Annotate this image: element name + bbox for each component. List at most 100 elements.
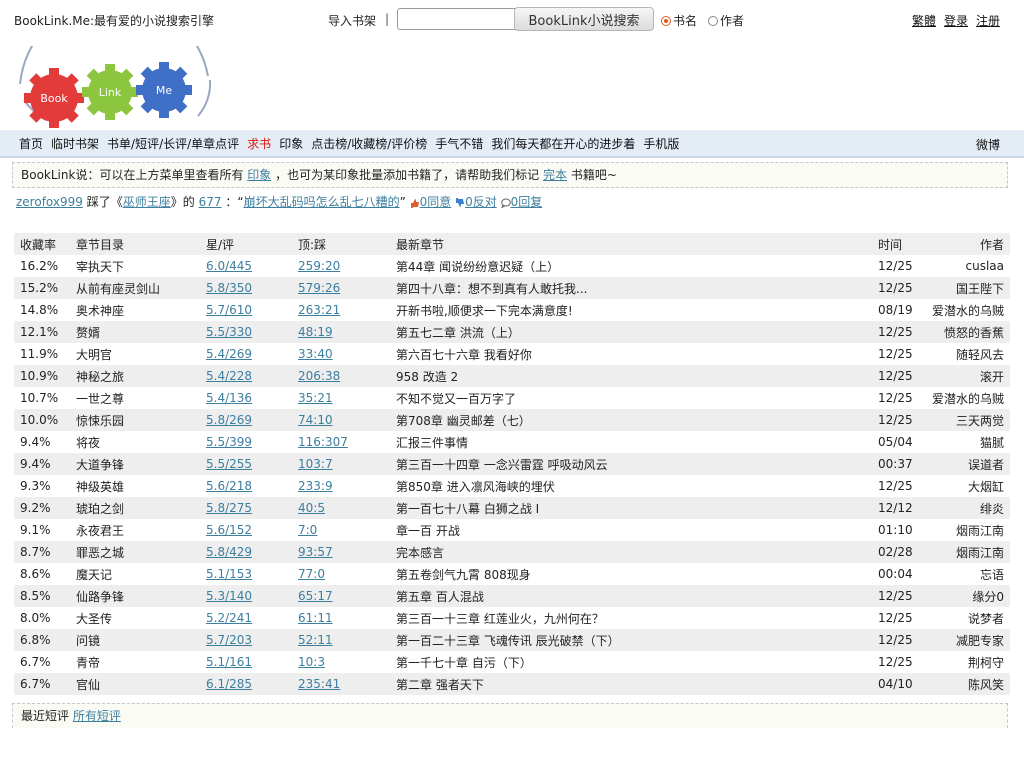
cell-author[interactable]: 猫腻 xyxy=(980,436,1004,450)
cell-up-down[interactable]: 259:20 xyxy=(298,259,340,273)
cell-up-down[interactable]: 263:21 xyxy=(298,303,340,317)
activity-number-link[interactable]: 677 xyxy=(199,195,222,209)
cell-star-review[interactable]: 5.1/153 xyxy=(206,567,252,581)
cell-book-title[interactable]: 从前有座灵剑山 xyxy=(76,282,160,296)
nav-item[interactable]: 点击榜/收藏榜/评价榜 xyxy=(311,135,427,152)
cell-up-down[interactable]: 103:7 xyxy=(298,457,333,471)
cell-up-down[interactable]: 7:0 xyxy=(298,523,317,537)
cell-book-title[interactable]: 将夜 xyxy=(76,436,100,450)
nav-item[interactable]: 临时书架 xyxy=(51,135,99,152)
cell-author[interactable]: 国王陛下 xyxy=(956,282,1004,296)
cell-author[interactable]: 荆柯守 xyxy=(968,656,1004,670)
cell-book-title[interactable]: 大道争锋 xyxy=(76,458,124,472)
cell-star-review[interactable]: 6.0/445 xyxy=(206,259,252,273)
cell-book-title[interactable]: 大圣传 xyxy=(76,612,112,626)
radio-author[interactable]: 作者 xyxy=(708,12,744,29)
cell-star-review[interactable]: 5.7/203 xyxy=(206,633,252,647)
cell-star-review[interactable]: 5.6/218 xyxy=(206,479,252,493)
cell-latest-chapter[interactable]: 第一千七十章 自污（下） xyxy=(396,656,532,670)
thumbs-up-icon[interactable] xyxy=(410,198,420,208)
cell-up-down[interactable]: 10:3 xyxy=(298,655,325,669)
search-input[interactable] xyxy=(397,8,519,30)
cell-latest-chapter[interactable]: 第三百一十三章 红莲业火，九州何在？ xyxy=(396,612,604,626)
cell-star-review[interactable]: 5.8/350 xyxy=(206,281,252,295)
nav-item[interactable]: 首页 xyxy=(19,135,43,152)
cell-author[interactable]: 爱潜水的乌贼 xyxy=(932,392,1004,406)
cell-latest-chapter[interactable]: 汇报三件事情 xyxy=(396,436,468,450)
cell-author[interactable]: 减肥专家 xyxy=(956,634,1004,648)
oppose-link[interactable]: 0反对 xyxy=(465,195,497,209)
cell-star-review[interactable]: 5.8/275 xyxy=(206,501,252,515)
cell-star-review[interactable]: 5.5/399 xyxy=(206,435,252,449)
search-button[interactable]: BookLink小说搜索 xyxy=(514,7,654,31)
cell-latest-chapter[interactable]: 第六百七十六章 我看好你 xyxy=(396,348,532,362)
cell-latest-chapter[interactable]: 第三百一十四章 一念兴雷霆 呼吸动风云 xyxy=(396,458,608,472)
cell-up-down[interactable]: 233:9 xyxy=(298,479,333,493)
cell-up-down[interactable]: 235:41 xyxy=(298,677,340,691)
cell-book-title[interactable]: 琥珀之剑 xyxy=(76,502,124,516)
cell-latest-chapter[interactable]: 第五章 百人混战 xyxy=(396,590,484,604)
cell-book-title[interactable]: 一世之尊 xyxy=(76,392,124,406)
notice-impression-link[interactable]: 印象 xyxy=(247,168,271,182)
cell-latest-chapter[interactable]: 完本感言 xyxy=(396,546,444,560)
cell-star-review[interactable]: 5.7/610 xyxy=(206,303,252,317)
agree-link[interactable]: 0同意 xyxy=(420,195,452,209)
nav-item[interactable]: 印象 xyxy=(279,135,303,152)
cell-author[interactable]: 愤怒的香蕉 xyxy=(944,326,1004,340)
nav-item[interactable]: 我们每天都在开心的进步着 xyxy=(491,135,635,152)
traditional-chinese-link[interactable]: 繁體 xyxy=(912,12,936,29)
cell-author[interactable]: 滚开 xyxy=(980,370,1004,384)
cell-star-review[interactable]: 5.5/255 xyxy=(206,457,252,471)
cell-star-review[interactable]: 5.8/269 xyxy=(206,413,252,427)
cell-book-title[interactable]: 罪恶之城 xyxy=(76,546,124,560)
nav-item[interactable]: 求书 xyxy=(247,135,271,152)
weibo-link[interactable]: 微博 xyxy=(976,136,1000,153)
cell-author[interactable]: 缘分0 xyxy=(972,590,1004,604)
cell-latest-chapter[interactable]: 开新书啦,顺便求一下完本满意度! xyxy=(396,304,573,318)
cell-up-down[interactable]: 77:0 xyxy=(298,567,325,581)
cell-book-title[interactable]: 魔天记 xyxy=(76,568,112,582)
cell-book-title[interactable]: 赘婿 xyxy=(76,326,100,340)
nav-item[interactable]: 手气不错 xyxy=(435,135,483,152)
cell-book-title[interactable]: 青帝 xyxy=(76,656,100,670)
radio-book-name[interactable]: 书名 xyxy=(661,12,697,29)
cell-book-title[interactable]: 官仙 xyxy=(76,678,100,692)
cell-up-down[interactable]: 61:11 xyxy=(298,611,333,625)
register-link[interactable]: 注册 xyxy=(976,12,1000,29)
cell-latest-chapter[interactable]: 第二章 强者天下 xyxy=(396,678,484,692)
cell-author[interactable]: 误道者 xyxy=(968,458,1004,472)
cell-up-down[interactable]: 35:21 xyxy=(298,391,333,405)
cell-star-review[interactable]: 5.3/140 xyxy=(206,589,252,603)
cell-latest-chapter[interactable]: 第一百二十三章 飞魂传讯 辰光破禁（下） xyxy=(396,634,620,648)
cell-book-title[interactable]: 惊悚乐园 xyxy=(76,414,124,428)
cell-book-title[interactable]: 宰执天下 xyxy=(76,260,124,274)
cell-author[interactable]: 三天两觉 xyxy=(956,414,1004,428)
cell-up-down[interactable]: 116:307 xyxy=(298,435,348,449)
cell-book-title[interactable]: 仙路争锋 xyxy=(76,590,124,604)
cell-up-down[interactable]: 33:40 xyxy=(298,347,333,361)
cell-star-review[interactable]: 5.5/330 xyxy=(206,325,252,339)
cell-book-title[interactable]: 永夜君王 xyxy=(76,524,124,538)
cell-up-down[interactable]: 48:19 xyxy=(298,325,333,339)
activity-user-link[interactable]: zerofox999 xyxy=(16,195,83,209)
cell-star-review[interactable]: 6.1/285 xyxy=(206,677,252,691)
reply-bubble-icon[interactable] xyxy=(500,198,511,208)
cell-star-review[interactable]: 5.4/228 xyxy=(206,369,252,383)
cell-latest-chapter[interactable]: 958 改造 2 xyxy=(396,370,458,384)
cell-latest-chapter[interactable]: 第四十八章：想不到真有人敢托我... xyxy=(396,282,587,296)
activity-comment-link[interactable]: 崩坏大乱码吗怎么乱七八糟的 xyxy=(244,195,400,209)
cell-latest-chapter[interactable]: 第850章 进入凛风海峡的埋伏 xyxy=(396,480,555,494)
cell-author[interactable]: 说梦者 xyxy=(968,612,1004,626)
cell-star-review[interactable]: 5.6/152 xyxy=(206,523,252,537)
header-collect-rate[interactable]: 收藏率 xyxy=(14,233,70,255)
cell-book-title[interactable]: 神秘之旅 xyxy=(76,370,124,384)
header-star-review[interactable]: 星/评 xyxy=(200,233,292,255)
cell-star-review[interactable]: 5.4/269 xyxy=(206,347,252,361)
cell-book-title[interactable]: 奥术神座 xyxy=(76,304,124,318)
activity-book-link[interactable]: 巫师王座 xyxy=(123,195,171,209)
cell-author[interactable]: 爱潜水的乌贼 xyxy=(932,304,1004,318)
cell-star-review[interactable]: 5.1/161 xyxy=(206,655,252,669)
cell-author[interactable]: 大烟缸 xyxy=(968,480,1004,494)
cell-latest-chapter[interactable]: 第一百七十八幕 白狮之战 I xyxy=(396,502,539,516)
cell-latest-chapter[interactable]: 第44章 闻说纷纷意迟疑（上） xyxy=(396,260,559,274)
